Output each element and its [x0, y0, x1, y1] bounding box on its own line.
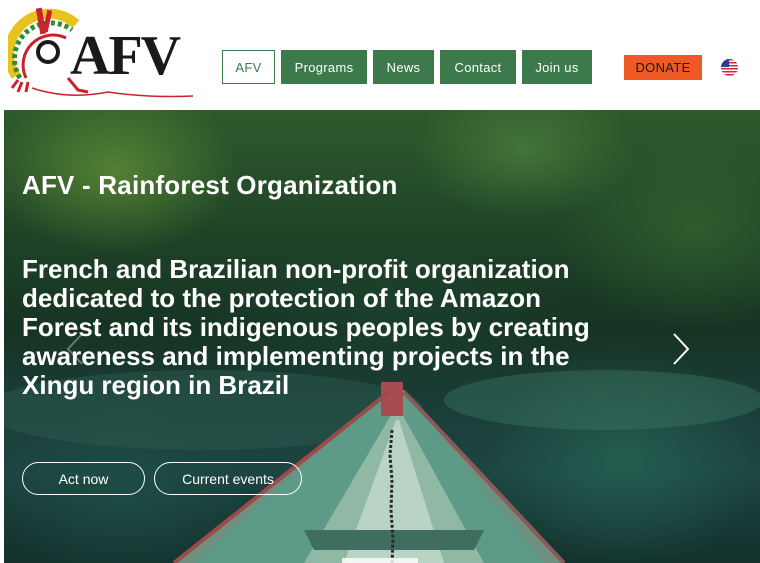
nav-item-afv[interactable]: AFV	[222, 50, 275, 84]
current-events-button[interactable]: Current events	[154, 462, 302, 495]
main-nav: AFV Programs News Contact Join us	[222, 50, 592, 84]
hero-description: French and Brazilian non-profit organiza…	[22, 254, 590, 400]
hero-slideshow: AFV - Rainforest Organization French and…	[4, 110, 760, 563]
nav-item-join-us[interactable]: Join us	[522, 50, 592, 84]
site-header: AFV AFV Programs News Contact Join us DO…	[0, 0, 760, 108]
chevron-right-icon[interactable]	[670, 332, 692, 366]
afv-logo[interactable]: AFV	[8, 6, 198, 102]
hero-content: AFV - Rainforest Organization French and…	[4, 110, 760, 563]
nav-item-programs[interactable]: Programs	[281, 50, 367, 84]
hero-title: AFV - Rainforest Organization	[22, 170, 398, 200]
nav-item-news[interactable]: News	[373, 50, 434, 84]
act-now-button[interactable]: Act now	[22, 462, 145, 495]
nav-item-contact[interactable]: Contact	[440, 50, 516, 84]
slide-indicator[interactable]	[342, 558, 418, 563]
us-flag-icon[interactable]	[721, 59, 738, 76]
donate-button[interactable]: DONATE	[624, 55, 702, 80]
logo-text: AFV	[70, 25, 181, 87]
chevron-left-icon[interactable]	[64, 332, 86, 366]
